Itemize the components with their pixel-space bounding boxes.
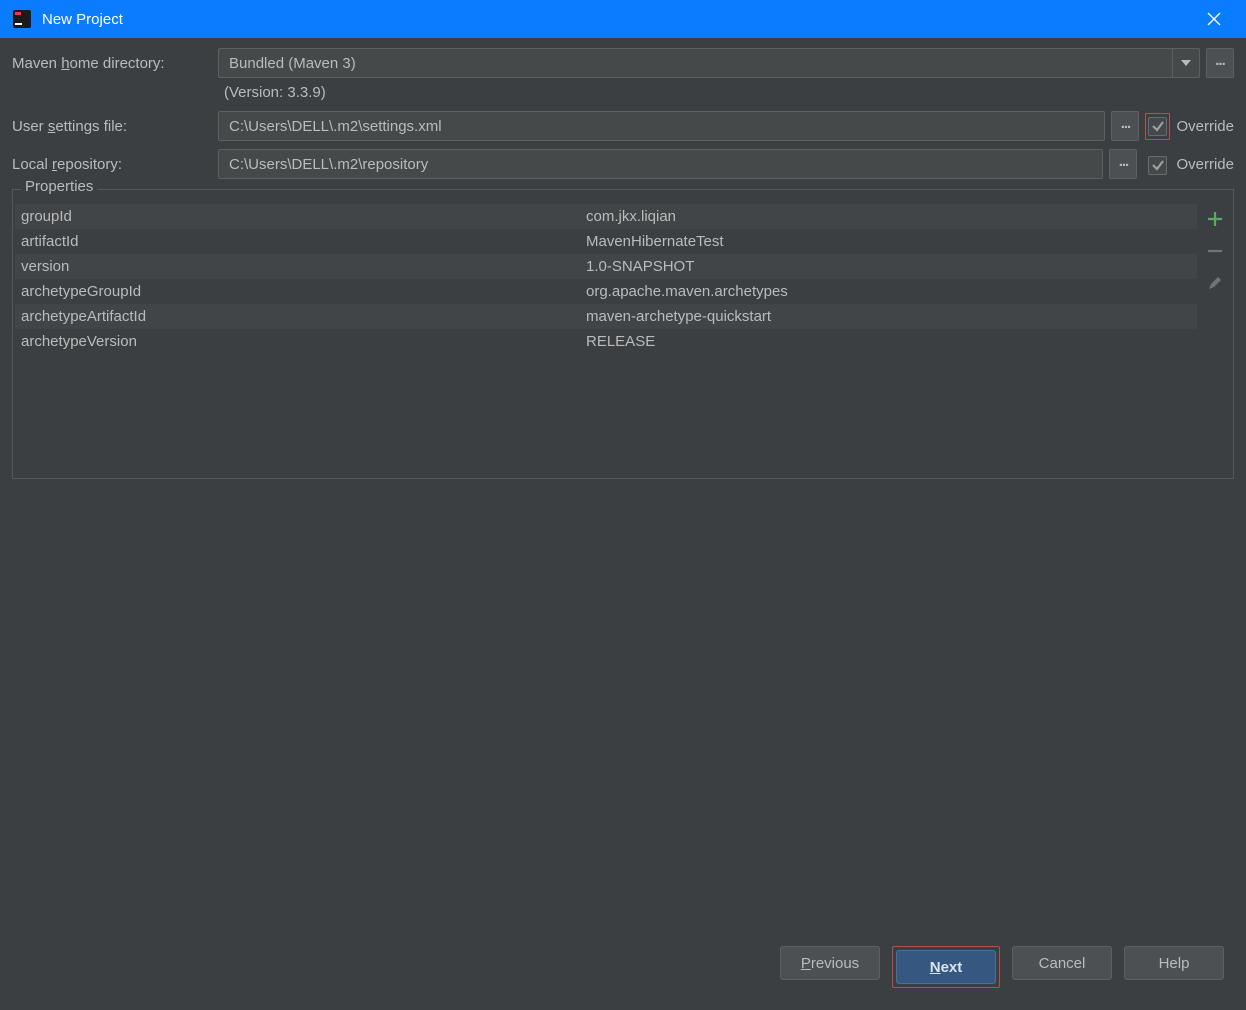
table-row[interactable]: archetypeArtifactIdmaven-archetype-quick… [15,304,1197,329]
cancel-button[interactable]: Cancel [1012,946,1112,980]
user-settings-override-checkbox[interactable] [1148,117,1167,136]
plus-icon [1207,211,1223,227]
pencil-icon [1207,275,1223,291]
checkmark-icon [1151,158,1165,172]
edit-property-button[interactable] [1204,272,1226,294]
table-row[interactable]: archetypeVersionRELEASE [15,329,1197,354]
local-repo-label: Local repository: [12,156,212,173]
maven-home-dropdown-button[interactable] [1172,48,1200,78]
override-highlight [1145,113,1170,140]
local-repo-override-label: Override [1176,156,1234,173]
maven-home-combo[interactable]: Bundled (Maven 3) [218,48,1200,78]
previous-button[interactable]: Previous [780,946,880,980]
window-title: New Project [42,11,1194,28]
titlebar: New Project [0,0,1246,38]
maven-home-value: Bundled (Maven 3) [218,48,1172,78]
close-button[interactable] [1194,0,1234,38]
add-property-button[interactable] [1204,208,1226,230]
chevron-down-icon [1181,60,1191,66]
close-icon [1207,12,1221,26]
maven-home-label: Maven home directory: [12,55,212,72]
local-repo-override-checkbox[interactable] [1148,156,1167,175]
next-button[interactable]: Next [896,950,996,984]
remove-property-button[interactable] [1204,240,1226,262]
table-row[interactable]: version1.0-SNAPSHOT [15,254,1197,279]
local-repo-field[interactable]: C:\Users\DELL\.m2\repository [218,149,1103,179]
local-repo-row: Local repository: C:\Users\DELL\.m2\repo… [12,149,1234,179]
maven-version-text: (Version: 3.3.9) [224,84,1234,101]
checkmark-icon [1151,119,1165,133]
minus-icon [1207,243,1223,259]
user-settings-row: User settings file: C:\Users\DELL\.m2\se… [12,111,1234,141]
dialog-content: Maven home directory: Bundled (Maven 3) … [0,38,1246,1010]
maven-home-browse-button[interactable]: ... [1206,48,1234,78]
user-settings-field[interactable]: C:\Users\DELL\.m2\settings.xml [218,111,1105,141]
properties-group: Properties groupIdcom.jkx.liqian artifac… [12,189,1234,479]
next-button-highlight: Next [892,946,1000,988]
properties-table[interactable]: groupIdcom.jkx.liqian artifactIdMavenHib… [13,190,1197,478]
table-row[interactable]: groupIdcom.jkx.liqian [15,204,1197,229]
user-settings-override-label: Override [1176,118,1234,135]
table-row[interactable]: archetypeGroupIdorg.apache.maven.archety… [15,279,1197,304]
properties-toolbar [1197,190,1233,478]
table-row[interactable]: artifactIdMavenHibernateTest [15,229,1197,254]
user-settings-browse-button[interactable]: ... [1111,111,1139,141]
intellij-icon [12,9,32,29]
maven-home-row: Maven home directory: Bundled (Maven 3) … [12,48,1234,78]
local-repo-browse-button[interactable]: ... [1109,149,1137,179]
properties-legend: Properties [21,178,97,195]
help-button[interactable]: Help [1124,946,1224,980]
user-settings-label: User settings file: [12,118,212,135]
bottom-button-bar: Previous Next Cancel Help [12,928,1234,1010]
